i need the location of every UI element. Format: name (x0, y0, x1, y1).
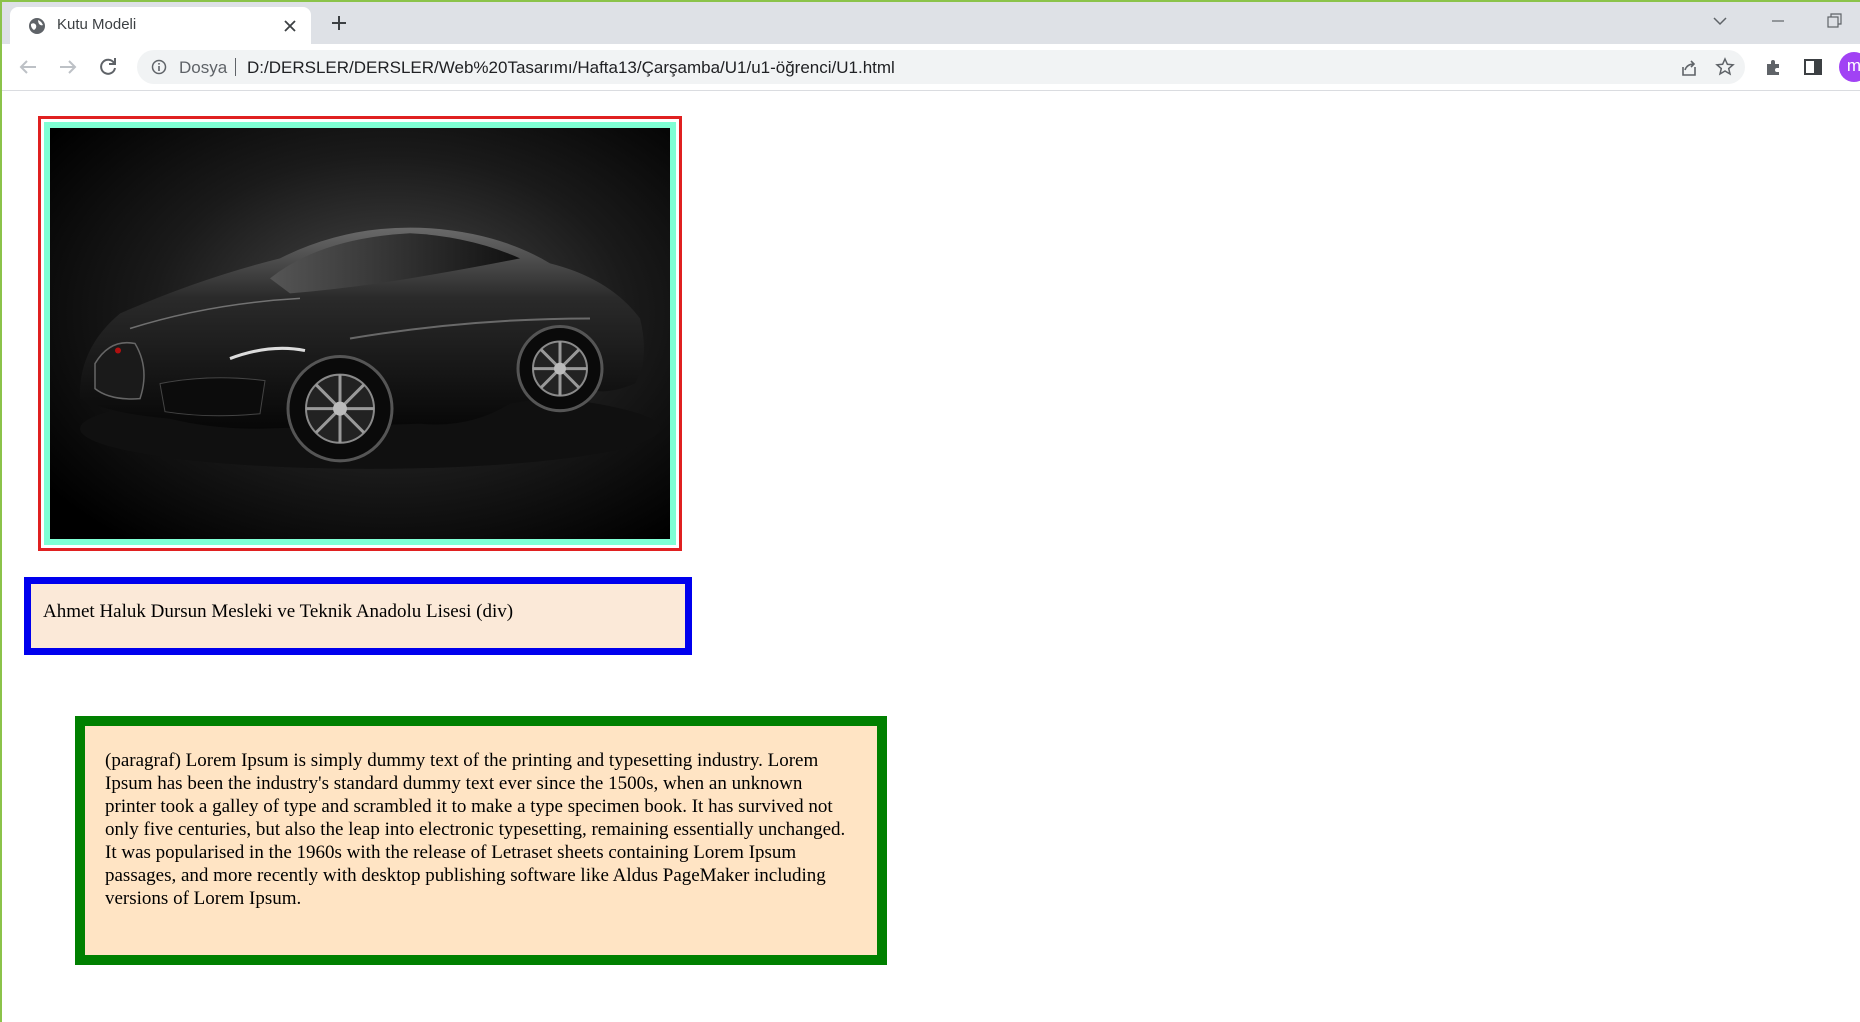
address-bar[interactable]: Dosya D:/DERSLER/DERSLER/Web%20Tasarımı/… (137, 50, 1745, 84)
tab-kutu-modeli[interactable]: Kutu Modeli (10, 7, 311, 44)
reload-icon[interactable] (96, 55, 120, 79)
minimize-icon[interactable] (1767, 10, 1789, 32)
new-tab-icon[interactable] (329, 13, 349, 33)
info-icon[interactable] (151, 59, 167, 75)
school-name-text: Ahmet Haluk Dursun Mesleki ve Teknik Ana… (43, 601, 514, 622)
forward-arrow-icon[interactable] (56, 55, 80, 79)
tab-search-chevron-icon[interactable] (1709, 10, 1731, 32)
globe-icon (29, 18, 45, 34)
image-box (38, 116, 682, 551)
profile-avatar[interactable]: m (1839, 52, 1860, 82)
browser-window: Kutu Modeli Dosya D:/DERSLER/DERSLER/Web… (0, 0, 1860, 1022)
page-viewport: Ahmet Haluk Dursun Mesleki ve Teknik Ana… (4, 91, 1860, 1022)
restore-icon[interactable] (1823, 10, 1845, 32)
car-image (44, 122, 676, 545)
paragraph-box: (paragraf) Lorem Ipsum is simply dummy t… (75, 716, 887, 965)
address-separator (235, 58, 236, 76)
car-picture (50, 128, 670, 539)
side-panel-icon[interactable] (1802, 56, 1824, 78)
close-icon[interactable] (282, 18, 298, 34)
share-icon[interactable] (1679, 58, 1699, 78)
bookmark-star-icon[interactable] (1715, 57, 1735, 77)
tab-title: Kutu Modeli (57, 16, 137, 33)
browser-toolbar: Dosya D:/DERSLER/DERSLER/Web%20Tasarımı/… (2, 44, 1860, 91)
address-url[interactable]: D:/DERSLER/DERSLER/Web%20Tasarımı/Hafta1… (247, 58, 895, 78)
address-scheme-label: Dosya (179, 58, 228, 77)
school-div-box: Ahmet Haluk Dursun Mesleki ve Teknik Ana… (24, 577, 692, 655)
extensions-puzzle-icon[interactable] (1763, 56, 1785, 78)
tab-strip: Kutu Modeli (2, 2, 1860, 44)
lorem-paragraph-text: (paragraf) Lorem Ipsum is simply dummy t… (105, 750, 846, 909)
back-arrow-icon[interactable] (16, 55, 40, 79)
